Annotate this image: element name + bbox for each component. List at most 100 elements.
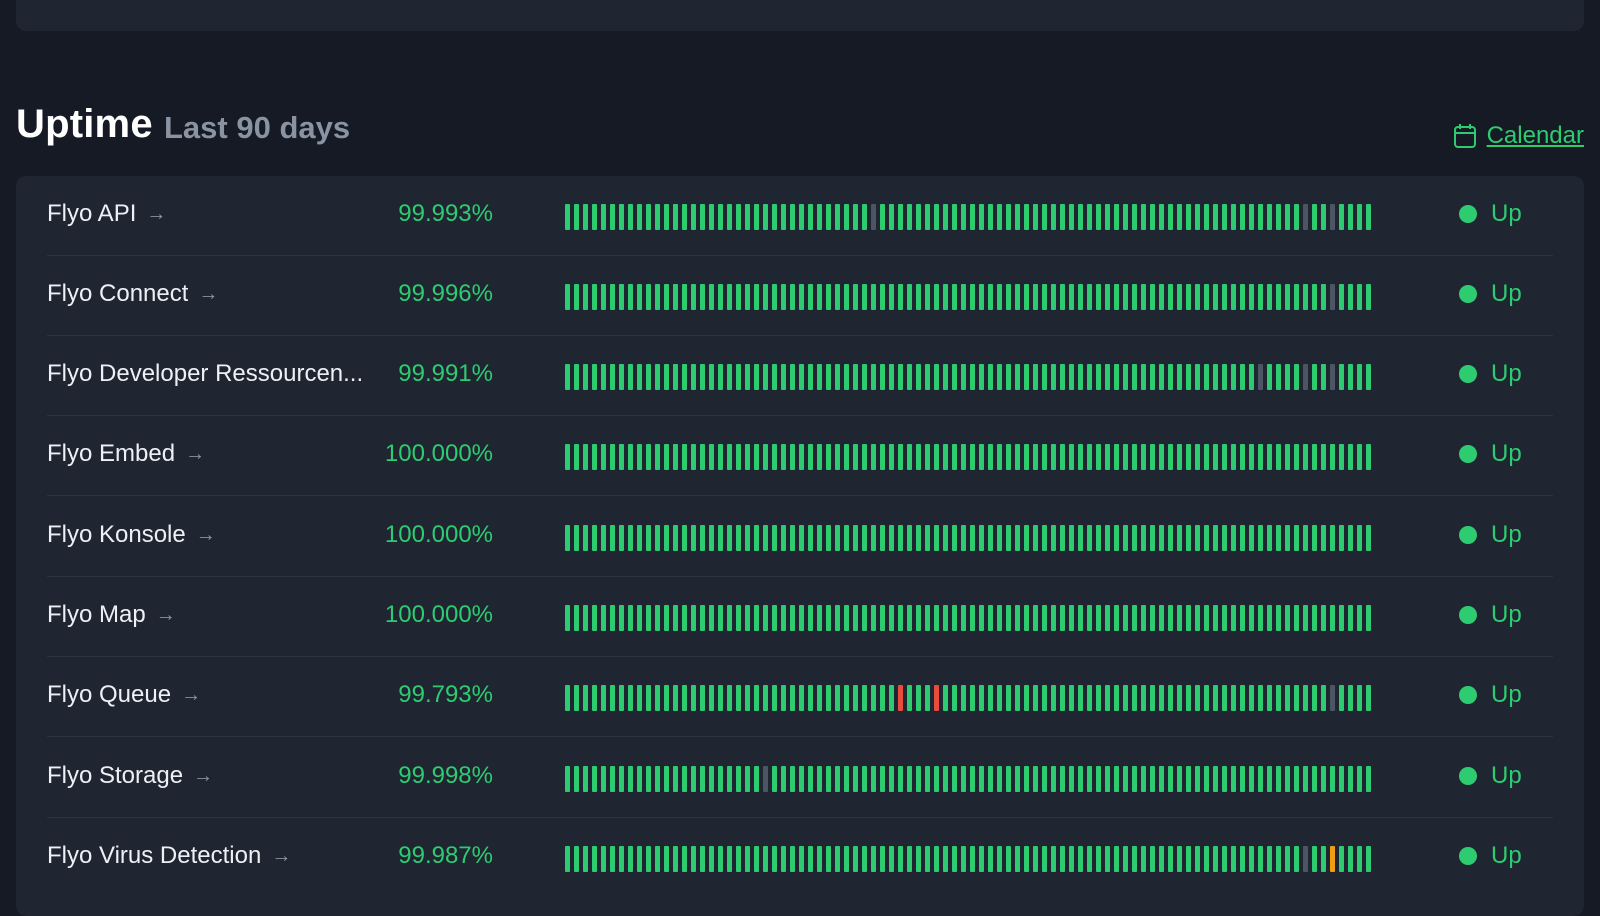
uptime-day-bar[interactable]: [961, 204, 966, 230]
uptime-day-bar[interactable]: [691, 204, 696, 230]
uptime-day-bar[interactable]: [853, 525, 858, 551]
uptime-day-bar[interactable]: [682, 444, 687, 470]
uptime-day-bar[interactable]: [583, 846, 588, 872]
uptime-day-bar[interactable]: [673, 685, 678, 711]
uptime-day-bar[interactable]: [1204, 444, 1209, 470]
uptime-day-bar[interactable]: [1141, 444, 1146, 470]
uptime-day-bar[interactable]: [1357, 444, 1362, 470]
uptime-day-bar[interactable]: [1195, 204, 1200, 230]
uptime-day-bar[interactable]: [1096, 846, 1101, 872]
uptime-day-bar[interactable]: [1024, 444, 1029, 470]
uptime-day-bar[interactable]: [907, 284, 912, 310]
uptime-day-bar[interactable]: [1366, 444, 1371, 470]
service-name[interactable]: Flyo Storage →: [47, 762, 213, 790]
uptime-day-bar[interactable]: [1051, 284, 1056, 310]
uptime-day-bar[interactable]: [754, 444, 759, 470]
uptime-day-bar[interactable]: [1195, 766, 1200, 792]
service-name[interactable]: Flyo Developer Ressourcen...: [47, 360, 363, 388]
uptime-day-bar[interactable]: [1285, 284, 1290, 310]
uptime-day-bar[interactable]: [1195, 364, 1200, 390]
uptime-day-bar[interactable]: [1240, 444, 1245, 470]
uptime-day-bar[interactable]: [1186, 525, 1191, 551]
uptime-day-bar[interactable]: [1042, 685, 1047, 711]
uptime-day-bar[interactable]: [1006, 766, 1011, 792]
uptime-day-bar[interactable]: [835, 525, 840, 551]
uptime-day-bar[interactable]: [1222, 685, 1227, 711]
uptime-day-bar[interactable]: [637, 846, 642, 872]
uptime-day-bar[interactable]: [1087, 766, 1092, 792]
uptime-day-bar[interactable]: [907, 685, 912, 711]
uptime-day-bar[interactable]: [934, 204, 939, 230]
service-row[interactable]: Flyo Developer Ressourcen... 99.991% Up: [47, 336, 1553, 416]
uptime-day-bar[interactable]: [1159, 846, 1164, 872]
uptime-day-bar[interactable]: [1132, 846, 1137, 872]
uptime-day-bar[interactable]: [628, 685, 633, 711]
uptime-day-bar[interactable]: [1339, 284, 1344, 310]
uptime-day-bar[interactable]: [979, 284, 984, 310]
uptime-day-bar[interactable]: [844, 846, 849, 872]
uptime-day-bar[interactable]: [997, 605, 1002, 631]
uptime-day-bar[interactable]: [655, 766, 660, 792]
uptime-day-bar[interactable]: [1105, 846, 1110, 872]
uptime-day-bar[interactable]: [1105, 766, 1110, 792]
uptime-day-bar[interactable]: [952, 284, 957, 310]
uptime-day-bar[interactable]: [826, 605, 831, 631]
uptime-day-bar[interactable]: [1276, 364, 1281, 390]
uptime-day-bar[interactable]: [709, 846, 714, 872]
uptime-day-bar[interactable]: [826, 364, 831, 390]
uptime-day-bar[interactable]: [1078, 846, 1083, 872]
uptime-day-bar[interactable]: [1114, 284, 1119, 310]
uptime-day-bar[interactable]: [1096, 525, 1101, 551]
uptime-day-bar[interactable]: [799, 444, 804, 470]
uptime-day-bar[interactable]: [997, 685, 1002, 711]
uptime-day-bar[interactable]: [682, 284, 687, 310]
service-row[interactable]: Flyo Connect → 99.996% Up: [47, 256, 1553, 336]
uptime-day-bar[interactable]: [1078, 284, 1083, 310]
uptime-day-bar[interactable]: [664, 204, 669, 230]
uptime-day-bar[interactable]: [1033, 204, 1038, 230]
uptime-day-bar[interactable]: [1060, 204, 1065, 230]
uptime-day-bar[interactable]: [1348, 444, 1353, 470]
uptime-day-bar[interactable]: [619, 766, 624, 792]
uptime-day-bar[interactable]: [1267, 846, 1272, 872]
uptime-day-bar[interactable]: [1033, 444, 1038, 470]
uptime-day-bar[interactable]: [844, 364, 849, 390]
uptime-day-bar[interactable]: [619, 284, 624, 310]
uptime-day-bar[interactable]: [781, 605, 786, 631]
uptime-day-bar[interactable]: [1087, 605, 1092, 631]
uptime-day-bar[interactable]: [844, 284, 849, 310]
uptime-day-bar[interactable]: [907, 364, 912, 390]
uptime-day-bar[interactable]: [934, 605, 939, 631]
uptime-day-bar[interactable]: [682, 364, 687, 390]
uptime-day-bar[interactable]: [934, 284, 939, 310]
uptime-day-bar[interactable]: [952, 525, 957, 551]
uptime-day-bar[interactable]: [673, 204, 678, 230]
uptime-day-bar[interactable]: [1177, 766, 1182, 792]
uptime-day-bar[interactable]: [898, 204, 903, 230]
uptime-day-bar[interactable]: [790, 444, 795, 470]
uptime-day-bar[interactable]: [709, 525, 714, 551]
uptime-day-bar[interactable]: [808, 284, 813, 310]
uptime-day-bar[interactable]: [1060, 766, 1065, 792]
uptime-day-bar[interactable]: [1213, 444, 1218, 470]
uptime-day-bar[interactable]: [790, 525, 795, 551]
uptime-day-bar[interactable]: [1303, 685, 1308, 711]
uptime-day-bar[interactable]: [952, 605, 957, 631]
uptime-day-bar[interactable]: [700, 364, 705, 390]
uptime-day-bar[interactable]: [763, 525, 768, 551]
uptime-day-bar[interactable]: [1240, 204, 1245, 230]
uptime-day-bar[interactable]: [1123, 364, 1128, 390]
uptime-day-bar[interactable]: [727, 605, 732, 631]
uptime-day-bar[interactable]: [655, 525, 660, 551]
uptime-day-bar[interactable]: [1303, 846, 1308, 872]
uptime-day-bar[interactable]: [844, 766, 849, 792]
uptime-day-bar[interactable]: [664, 444, 669, 470]
uptime-day-bar[interactable]: [979, 204, 984, 230]
uptime-day-bar[interactable]: [1186, 204, 1191, 230]
uptime-day-bar[interactable]: [1033, 685, 1038, 711]
uptime-day-bar[interactable]: [700, 605, 705, 631]
uptime-day-bar[interactable]: [763, 204, 768, 230]
uptime-day-bar[interactable]: [1267, 444, 1272, 470]
uptime-day-bar[interactable]: [718, 284, 723, 310]
uptime-day-bar[interactable]: [808, 846, 813, 872]
